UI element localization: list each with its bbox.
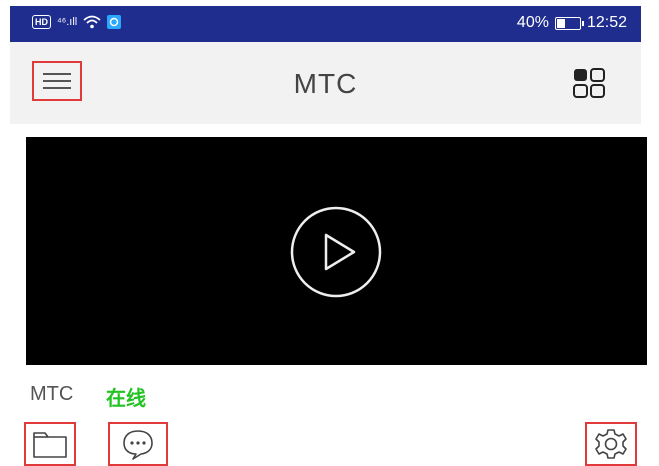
messages-button[interactable] xyxy=(108,422,168,466)
clock: 12:52 xyxy=(586,14,627,31)
chat-bubble-icon xyxy=(123,430,153,460)
folder-icon xyxy=(33,432,67,458)
device-name: MTC xyxy=(30,383,74,405)
battery-icon xyxy=(554,16,584,30)
battery-percent: 40% xyxy=(516,14,549,31)
status-right: 40% 12:52 xyxy=(517,14,627,32)
grid-view-button[interactable] xyxy=(573,68,605,98)
settings-button[interactable] xyxy=(585,422,637,466)
wifi-icon xyxy=(83,15,101,29)
hd-badge: HD xyxy=(32,15,51,29)
app-bar: MTC xyxy=(10,42,641,124)
grid-layout-icon xyxy=(573,68,605,98)
video-player[interactable] xyxy=(26,137,647,365)
gear-icon xyxy=(595,429,627,459)
page-title: MTC xyxy=(293,68,358,99)
network-signal-icon: ⁴⁶.ıll xyxy=(57,16,78,28)
status-bar: HD ⁴⁶.ıll 40% 12:52 xyxy=(10,6,641,42)
app-notification-icon xyxy=(107,15,122,29)
device-status: 在线 xyxy=(106,388,146,410)
play-icon[interactable] xyxy=(289,205,383,299)
status-left: HD ⁴⁶.ıll xyxy=(32,15,122,29)
files-button[interactable] xyxy=(24,422,76,466)
